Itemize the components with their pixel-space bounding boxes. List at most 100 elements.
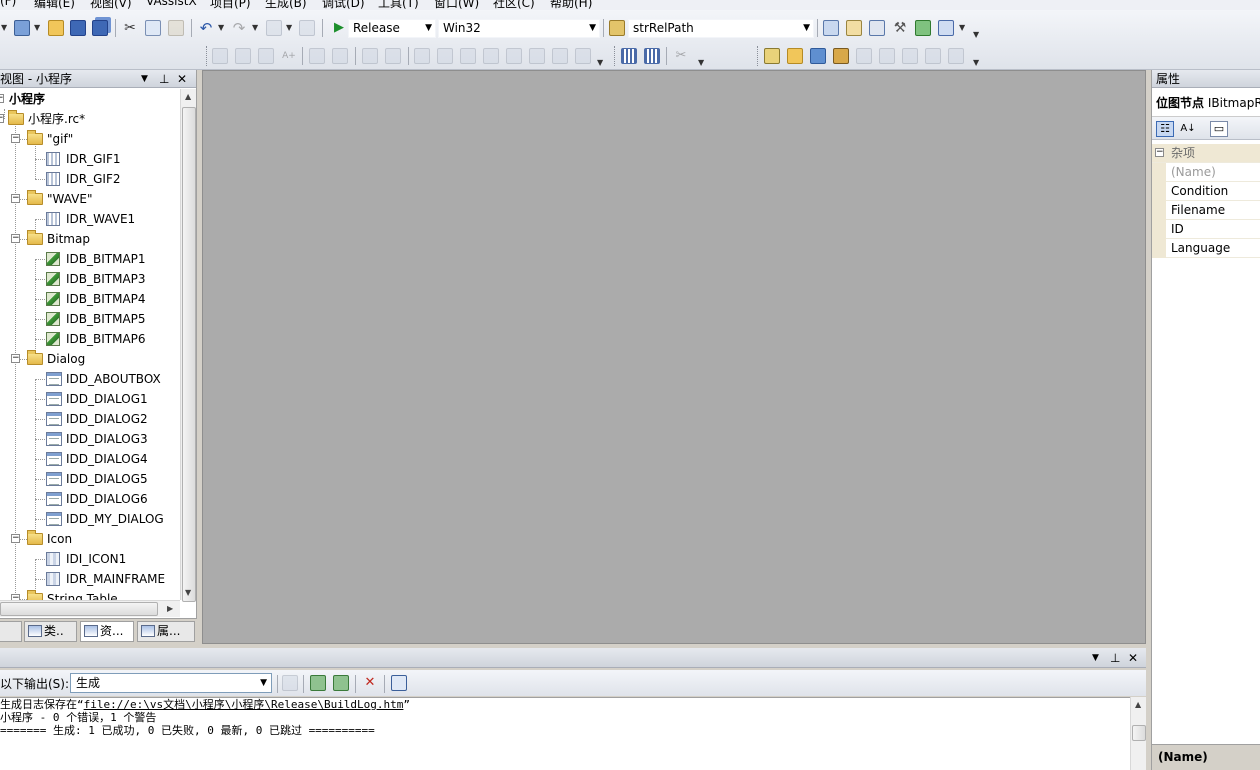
toggle-grid-icon[interactable] (644, 48, 660, 64)
tree-rc-file[interactable]: − 小程序.rc* (0, 109, 180, 129)
outdent-icon[interactable] (332, 48, 348, 64)
menu-file[interactable]: (F) (0, 0, 16, 8)
tab-resource-view[interactable]: 资... (80, 621, 134, 642)
property-row[interactable]: (Name) (1152, 163, 1260, 182)
find-in-files-icon[interactable] (609, 20, 625, 36)
close-icon[interactable]: ✕ (1128, 649, 1138, 667)
undo-icon[interactable]: ↶ (198, 20, 214, 36)
property-row[interactable]: Filename (1152, 201, 1260, 220)
solution-explorer-icon[interactable] (823, 20, 839, 36)
next-bookmark-doc-icon[interactable] (552, 48, 568, 64)
previous-bookmark-folder-icon[interactable] (483, 48, 499, 64)
tree-item[interactable]: IDD_DIALOG1 (0, 389, 180, 409)
tree-vertical-scrollbar[interactable]: ▲ ▼ (180, 89, 196, 602)
editor-area[interactable] (202, 70, 1146, 644)
pin-icon[interactable]: ⊥ (1110, 649, 1120, 667)
tree-folder[interactable]: − Icon (0, 529, 180, 549)
menu-project[interactable]: 项目(P) (210, 0, 251, 10)
tree-folder[interactable]: − String Table (0, 589, 180, 600)
indent-icon[interactable] (309, 48, 325, 64)
collapse-icon[interactable]: − (11, 354, 20, 363)
output-text[interactable]: 生成日志保存在“file://e:\vs文档\小程序\小程序\Release\B… (0, 697, 1130, 770)
comment-icon[interactable] (362, 48, 378, 64)
dropdown-arrow-icon[interactable]: ▼ (959, 23, 965, 32)
window-position-icon[interactable]: ▼ (141, 70, 148, 87)
toolbar-options-icon[interactable]: ▼ (597, 58, 603, 67)
menu-edit[interactable]: 编辑(E) (34, 0, 75, 10)
toolbar-options-icon[interactable]: ▼ (973, 30, 979, 39)
bookmark-icon[interactable] (414, 48, 430, 64)
tree-item[interactable]: IDB_BITMAP6 (0, 329, 180, 349)
test-dialog-icon[interactable] (621, 48, 637, 64)
copy-icon[interactable] (145, 20, 161, 36)
word-wrap-icon[interactable] (391, 675, 407, 691)
command-window-icon[interactable] (938, 20, 954, 36)
menu-vassistx[interactable]: VAssistX (146, 0, 197, 8)
align-lefts-icon[interactable] (212, 48, 228, 64)
property-pages-icon[interactable]: ▭ (1210, 121, 1228, 137)
tree-item[interactable]: IDB_BITMAP1 (0, 249, 180, 269)
clear-all-icon[interactable]: ✕ (362, 675, 378, 691)
cut-icon[interactable]: ✂ (122, 20, 138, 36)
align-rights-icon[interactable] (258, 48, 274, 64)
collapse-icon[interactable]: − (11, 134, 20, 143)
tree-item[interactable]: IDB_BITMAP4 (0, 289, 180, 309)
previous-bookmark-doc-icon[interactable] (529, 48, 545, 64)
paste-history-icon[interactable] (948, 48, 964, 64)
tree-item[interactable]: IDD_DIALOG5 (0, 469, 180, 489)
redo-icon[interactable]: ↷ (231, 20, 247, 36)
find-combo[interactable]: strRelPath ▼ (628, 19, 814, 38)
tree-item[interactable]: IDR_GIF2 (0, 169, 180, 189)
build-log-link[interactable]: file://e:\vs文档\小程序\小程序\Release\BuildLog.… (84, 698, 404, 711)
collapse-icon[interactable]: − (0, 114, 4, 123)
resource-symbols-icon[interactable] (810, 48, 826, 64)
menu-tools[interactable]: 工具(T) (378, 0, 419, 10)
scroll-down-icon[interactable]: ▼ (185, 588, 191, 597)
tree-item[interactable]: IDB_BITMAP3 (0, 269, 180, 289)
tree-horizontal-scrollbar[interactable]: ▶ (0, 600, 180, 617)
property-row[interactable]: ID (1152, 220, 1260, 239)
font-size-icon[interactable]: A+ (281, 48, 297, 64)
collapse-icon[interactable]: − (11, 234, 20, 243)
toolbar-options-icon[interactable]: ▼ (973, 58, 979, 67)
tree-item[interactable]: IDD_DIALOG6 (0, 489, 180, 509)
tree-folder[interactable]: − "WAVE" (0, 189, 180, 209)
collapse-icon[interactable]: − (1155, 148, 1164, 157)
properties-object-selector[interactable]: 位图节点 IBitmapR (1152, 92, 1260, 114)
dropdown-arrow-icon[interactable]: ▼ (34, 23, 40, 32)
go-to-declaration-icon[interactable] (879, 48, 895, 64)
navigate-backward-icon[interactable] (266, 20, 282, 36)
properties-window-icon[interactable] (846, 20, 862, 36)
scroll-thumb[interactable] (1132, 725, 1146, 741)
tree-item[interactable]: IDR_MAINFRAME (0, 569, 180, 589)
next-bookmark-icon[interactable] (460, 48, 476, 64)
tab-class-view[interactable]: 类.. (24, 621, 77, 642)
scroll-up-icon[interactable]: ▲ (185, 92, 191, 101)
dropdown-arrow-icon[interactable]: ▼ (286, 23, 292, 32)
property-row[interactable]: Language (1152, 239, 1260, 258)
previous-bookmark-icon[interactable] (437, 48, 453, 64)
scroll-thumb[interactable] (0, 602, 158, 616)
solution-platform-combo[interactable]: Win32 ▼ (438, 19, 600, 38)
toolbox-icon[interactable]: ⚒ (892, 20, 908, 36)
tree-item[interactable]: IDB_BITMAP5 (0, 309, 180, 329)
menu-window[interactable]: 窗口(W) (434, 0, 479, 10)
paste-icon[interactable] (168, 20, 184, 36)
delete-icon[interactable]: ✂ (673, 48, 689, 64)
find-message-icon[interactable] (282, 675, 298, 691)
categorized-icon[interactable]: ☷ (1156, 121, 1174, 137)
tree-item[interactable]: IDD_DIALOG2 (0, 409, 180, 429)
align-centers-icon[interactable] (235, 48, 251, 64)
tree-item[interactable]: IDD_DIALOG3 (0, 429, 180, 449)
refactor-icon[interactable] (902, 48, 918, 64)
start-page-icon[interactable] (915, 20, 931, 36)
menu-debug[interactable]: 调试(D) (322, 0, 365, 10)
tree-root[interactable]: − 小程序 (0, 89, 180, 109)
menu-community[interactable]: 社区(C) (493, 0, 535, 10)
scroll-right-icon[interactable]: ▶ (167, 604, 173, 613)
tree-folder[interactable]: − "gif" (0, 129, 180, 149)
tab-solution-explorer[interactable] (0, 621, 22, 642)
collapse-icon[interactable]: − (0, 94, 4, 103)
output-source-select[interactable]: 生成 ▼ (70, 673, 272, 693)
window-position-icon[interactable]: ▼ (1092, 649, 1099, 667)
